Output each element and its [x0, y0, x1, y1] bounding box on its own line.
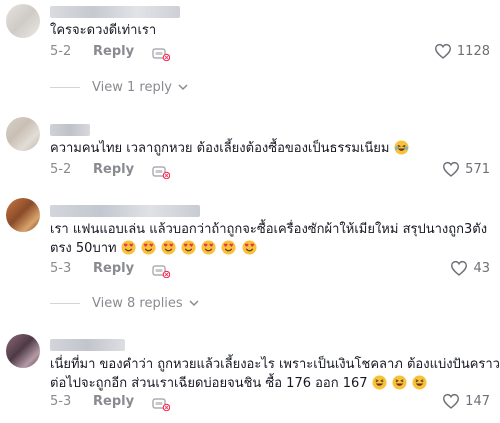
comment-date: 5-3: [50, 261, 72, 276]
like-count: 1128: [456, 43, 490, 59]
comment-text-row: ความคนไทย เวลาถูกหวย ต้องเลี้ยงต้องซื้อข…: [50, 138, 410, 159]
username-blurred[interactable]: [50, 124, 90, 136]
grinning-squint-emoji-icon: [412, 375, 427, 390]
comment-text-line-2: ต่อไปจะถูกอีก ส่วนเราเฉียดบ่อยจนชิน ซื้อ…: [50, 376, 368, 391]
heart-outline-icon: [442, 393, 460, 409]
heart-eyes-emoji-icon: [201, 240, 216, 255]
reply-button[interactable]: Reply: [93, 261, 134, 276]
avatar[interactable]: [6, 198, 40, 232]
comment-text-line-2: ตรง 50บาท: [50, 241, 117, 256]
divider-line: [50, 87, 80, 88]
heart-outline-icon: [450, 260, 468, 276]
username-blurred[interactable]: [50, 205, 200, 217]
avatar[interactable]: [6, 117, 40, 151]
heart-eyes-emoji-icon: [161, 240, 176, 255]
reply-button[interactable]: Reply: [93, 394, 134, 409]
grinning-squint-emoji-icon: [372, 375, 387, 390]
chevron-down-icon: [178, 84, 188, 91]
like-button[interactable]: 43: [450, 260, 490, 276]
comment-text-line-1: เรา แฟนแอบเล่น แล้วบอกว่าถ้าถูกจะซื้อเคร…: [50, 222, 488, 237]
reply-button[interactable]: Reply: [93, 44, 134, 59]
sticker-reply-icon[interactable]: [152, 397, 170, 411]
grinning-squint-emoji-icon: [392, 375, 407, 390]
divider-line: [50, 303, 80, 304]
like-count: 43: [473, 260, 490, 276]
comment-date: 5-2: [50, 162, 72, 177]
avatar[interactable]: [6, 334, 40, 368]
comment-text-row: ตรง 50บาท: [50, 238, 258, 259]
view-replies-button[interactable]: View 1 reply: [50, 80, 188, 95]
sticker-reply-icon[interactable]: [152, 264, 170, 278]
view-replies-button[interactable]: View 8 replies: [50, 296, 199, 311]
comment-text-row: ต่อไปจะถูกอีก ส่วนเราเฉียดบ่อยจนชิน ซื้อ…: [50, 373, 428, 394]
comment-text: ใครจะดวงดีเท่าเรา: [50, 23, 157, 38]
heart-eyes-emoji-icon: [221, 240, 236, 255]
like-button[interactable]: 1128: [434, 43, 490, 59]
view-replies-label: View 1 reply: [92, 80, 172, 95]
like-button[interactable]: 571: [442, 161, 490, 177]
comment-text-line-1: เนี่ยที่มา ของคำว่า ถูกหวยแล้วเลี้ยงอะไร…: [50, 357, 500, 372]
heart-eyes-emoji-icon: [242, 240, 257, 255]
reply-button[interactable]: Reply: [93, 162, 134, 177]
heart-outline-icon: [442, 161, 460, 177]
comment-date: 5-3: [50, 394, 72, 409]
avatar[interactable]: [6, 4, 40, 38]
like-count: 147: [465, 393, 490, 409]
heart-eyes-emoji-icon: [141, 240, 156, 255]
view-replies-label: View 8 replies: [92, 296, 183, 311]
like-button[interactable]: 147: [442, 393, 490, 409]
heart-eyes-emoji-icon: [181, 240, 196, 255]
comment-date: 5-2: [50, 44, 72, 59]
heart-eyes-emoji-icon: [121, 240, 136, 255]
sticker-reply-icon[interactable]: [152, 47, 170, 61]
laughing-tears-emoji-icon: [394, 140, 409, 155]
sticker-reply-icon[interactable]: [152, 165, 170, 179]
username-blurred[interactable]: [50, 339, 125, 351]
comment-text: ความคนไทย เวลาถูกหวย ต้องเลี้ยงต้องซื้อข…: [50, 141, 390, 156]
like-count: 571: [465, 161, 490, 177]
username-blurred[interactable]: [50, 6, 180, 18]
chevron-down-icon: [189, 300, 199, 307]
heart-outline-icon: [434, 43, 452, 59]
